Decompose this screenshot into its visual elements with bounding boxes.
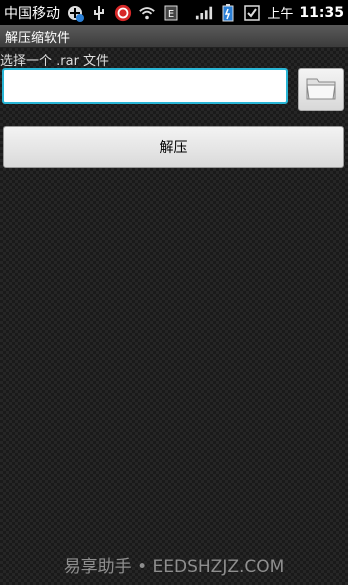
watermark: 易享助手 • EEDSHZJZ.COM	[63, 557, 285, 577]
usb-icon	[90, 4, 108, 22]
carrier-name: 中国移动	[4, 5, 60, 22]
time-prefix: 上午	[267, 7, 294, 22]
data-e-icon: E	[162, 4, 180, 22]
status-right: 上午 11:35	[195, 3, 344, 22]
file-path-input[interactable]	[2, 68, 288, 104]
folder-icon	[305, 75, 337, 105]
notification-icons: E	[66, 4, 180, 22]
checkbox-icon	[243, 4, 261, 22]
app-title: 解压缩软件	[5, 30, 71, 46]
clock: 11:35	[299, 4, 344, 21]
browse-folder-button[interactable]	[298, 68, 344, 111]
title-bar: 解压缩软件	[0, 25, 348, 48]
app-red-icon	[114, 4, 132, 22]
file-prompt-label: 选择一个 .rar 文件	[0, 54, 110, 69]
extract-button[interactable]: 解压	[3, 126, 344, 168]
wifi-icon	[138, 4, 156, 22]
signal-icon	[195, 4, 213, 22]
svg-text:E: E	[168, 9, 174, 20]
status-bar: 中国移动 E 上午 11:35	[0, 0, 348, 25]
battery-icon	[219, 3, 237, 22]
extract-button-label: 解压	[159, 140, 188, 156]
add-circle-icon	[66, 4, 84, 22]
